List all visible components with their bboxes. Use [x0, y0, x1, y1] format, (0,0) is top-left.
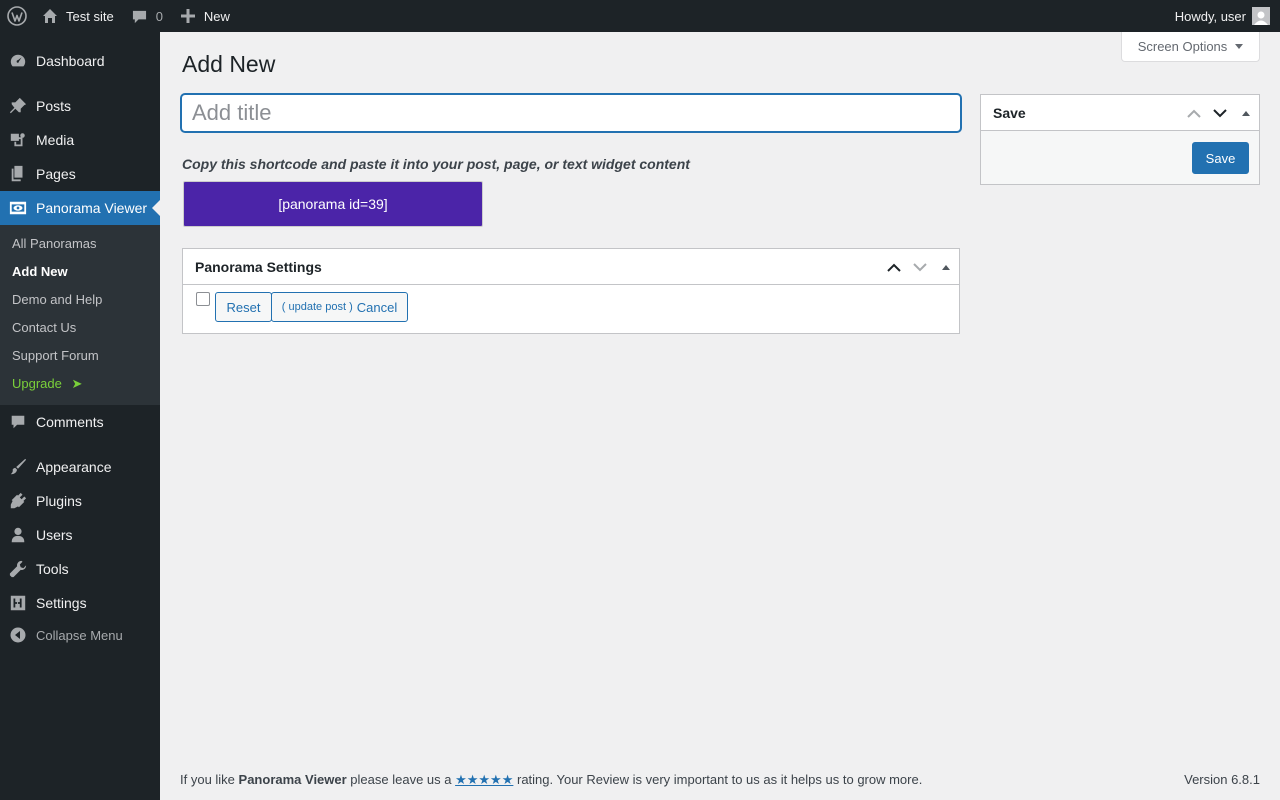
move-up-button[interactable] — [1181, 95, 1207, 131]
panorama-settings-title: Panorama Settings — [195, 258, 322, 275]
submenu-all-panoramas[interactable]: All Panoramas — [12, 234, 97, 254]
site-name-link[interactable]: Test site — [42, 0, 114, 32]
chevron-down-icon — [1213, 108, 1227, 117]
panorama-settings-header: Panorama Settings — [183, 249, 959, 285]
save-box-title: Save — [993, 104, 1026, 121]
screen-options-button[interactable]: Screen Options — [1121, 32, 1260, 62]
submenu-add-new[interactable]: Add New — [12, 262, 68, 282]
post-title-input[interactable] — [181, 94, 961, 132]
howdy-label: Howdy, user — [1174, 8, 1246, 24]
save-button[interactable]: Save — [1192, 142, 1249, 174]
collapse-menu-label: Collapse Menu — [36, 627, 123, 643]
footer-version: Version 6.8.1 — [1184, 772, 1260, 787]
comment-icon — [132, 10, 146, 23]
move-down-button[interactable] — [907, 249, 933, 285]
screen-options-label: Screen Options — [1137, 39, 1228, 54]
chevron-up-icon — [1187, 109, 1201, 118]
save-box-header: Save — [981, 95, 1259, 131]
upgrade-label: Upgrade — [12, 376, 62, 391]
sidebar-item-settings[interactable]: Settings — [0, 586, 160, 620]
admin-bar: Test site 0 New Howdy, user — [0, 0, 1280, 32]
update-post-label: ( update post ) — [281, 301, 353, 313]
sidebar-item-dashboard[interactable]: Dashboard — [0, 44, 160, 78]
plugin-icon — [0, 492, 36, 510]
caret-down-icon — [1235, 44, 1244, 49]
sidebar-item-posts[interactable]: Posts — [0, 89, 160, 123]
arrow-right-icon: ➤ — [71, 376, 83, 391]
footer-middle: please leave us a — [346, 772, 456, 787]
new-label: New — [203, 8, 230, 24]
move-up-button[interactable] — [881, 249, 907, 285]
site-name-label: Test site — [66, 8, 114, 24]
wrench-icon — [0, 560, 36, 578]
sidebar-item-label: Plugins — [36, 493, 82, 509]
reset-button[interactable]: Reset — [215, 292, 272, 322]
sidebar-item-label: Settings — [36, 595, 87, 611]
sidebar-item-label: Pages — [36, 166, 76, 182]
sidebar-item-comments[interactable]: Comments — [0, 405, 160, 439]
new-content-link[interactable]: New — [180, 0, 230, 32]
submenu-upgrade[interactable]: Upgrade ➤ — [12, 374, 82, 394]
comment-icon — [0, 413, 36, 431]
sidebar-item-label: Posts — [36, 98, 72, 114]
toggle-panel-button[interactable] — [1233, 95, 1259, 131]
page-title: Add New — [182, 51, 276, 77]
sidebar-item-panorama-viewer[interactable]: Panorama Viewer — [0, 191, 160, 225]
plus-icon — [180, 9, 195, 23]
save-box: Save Save — [980, 94, 1260, 185]
panorama-submenu: All Panoramas Add New Demo and Help Cont… — [0, 225, 160, 405]
toggle-panel-button[interactable] — [933, 249, 959, 285]
footer-suffix: rating. Your Review is very important to… — [513, 772, 923, 787]
sidebar-item-media[interactable]: Media — [0, 123, 160, 157]
collapse-arrow-icon — [0, 627, 36, 643]
sidebar-item-label: Users — [36, 527, 73, 543]
footer-plugin-name: Panorama Viewer — [238, 772, 347, 787]
eye-icon — [0, 199, 36, 217]
rating-stars-link[interactable]: ★★★★★ — [455, 772, 513, 787]
sidebar-item-label: Dashboard — [36, 53, 105, 69]
brush-icon — [0, 458, 36, 476]
sidebar-item-users[interactable]: Users — [0, 518, 160, 552]
sidebar-item-label: Tools — [36, 561, 69, 577]
dashboard-icon — [0, 52, 36, 70]
sidebar-item-label: Comments — [36, 414, 104, 430]
footer-prefix: If you like — [180, 772, 239, 787]
toggle-triangle-icon — [942, 264, 950, 270]
home-icon — [43, 9, 57, 23]
sidebar-item-tools[interactable]: Tools — [0, 552, 160, 586]
toggle-triangle-icon — [1242, 110, 1250, 116]
sidebar-item-label: Panorama Viewer — [36, 200, 148, 216]
sidebar-item-pages[interactable]: Pages — [0, 157, 160, 191]
media-icon — [0, 131, 36, 149]
cancel-button[interactable]: ( update post ) Cancel — [271, 292, 408, 322]
panorama-settings-box: Panorama Settings Reset ( update post ) … — [182, 248, 960, 334]
user-icon — [0, 526, 36, 544]
cancel-label: Cancel — [356, 299, 398, 315]
shortcode-display[interactable]: [panorama id=39] — [183, 181, 483, 227]
submenu-contact-us[interactable]: Contact Us — [12, 318, 76, 338]
wordpress-logo-icon[interactable] — [0, 0, 34, 32]
footer-review-text: If you like Panorama Viewer please leave… — [180, 772, 922, 788]
pin-icon — [0, 97, 36, 115]
sidebar-item-label: Media — [36, 132, 75, 148]
admin-sidebar: Dashboard Posts Media Pages Panorama Vie… — [0, 32, 160, 800]
chevron-down-icon — [913, 262, 927, 271]
pages-icon — [0, 165, 36, 183]
avatar — [1252, 7, 1270, 25]
move-down-button[interactable] — [1207, 95, 1233, 131]
submenu-support-forum[interactable]: Support Forum — [12, 346, 99, 366]
chevron-up-icon — [887, 263, 901, 272]
sidebar-item-appearance[interactable]: Appearance — [0, 450, 160, 484]
sidebar-item-plugins[interactable]: Plugins — [0, 484, 160, 518]
collapse-menu-button[interactable]: Collapse Menu — [0, 618, 160, 652]
reset-checkbox[interactable] — [196, 292, 210, 306]
sidebar-item-label: Appearance — [36, 459, 112, 475]
submenu-demo-and-help[interactable]: Demo and Help — [12, 290, 102, 310]
comments-link[interactable]: 0 — [132, 0, 163, 32]
shortcode-hint: Copy this shortcode and paste it into yo… — [182, 156, 690, 172]
comments-count: 0 — [155, 8, 163, 24]
account-menu[interactable]: Howdy, user — [1175, 0, 1270, 32]
settings-icon — [0, 594, 36, 612]
